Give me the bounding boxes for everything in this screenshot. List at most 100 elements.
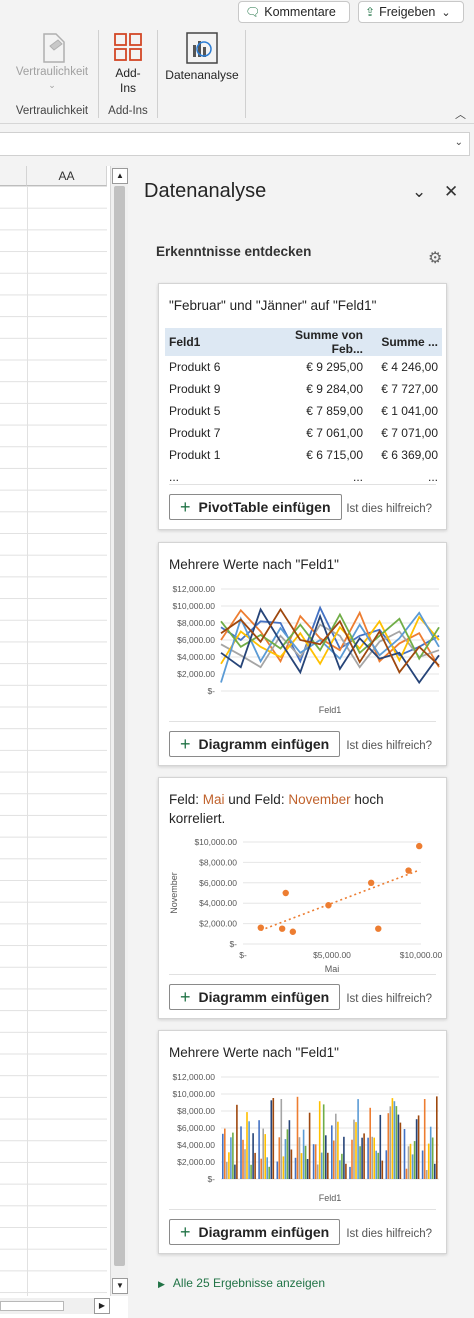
comments-button[interactable]: 🗨 Kommentare (238, 1, 350, 23)
bar (302, 1129, 305, 1179)
sensitivity-button[interactable]: Vertraulichkeit ⌄ (12, 28, 92, 98)
bar (387, 1113, 390, 1179)
scroll-down-icon[interactable]: ▼ (112, 1278, 128, 1294)
column-header[interactable] (0, 166, 27, 186)
bar (248, 1121, 250, 1179)
card-divider (169, 974, 436, 975)
bar (413, 1141, 416, 1179)
bar-chart: $12,000.00 $10,000.00 $8,000.00 $6,000.00 $4… (172, 1072, 439, 1203)
y-tick-label: $- (229, 939, 237, 949)
bar (284, 1139, 287, 1179)
formula-bar[interactable]: ⌄ (0, 132, 470, 156)
scroll-thumb[interactable] (0, 1301, 64, 1311)
title-text: korreliert. (169, 811, 226, 826)
scatter-point (405, 867, 412, 874)
bar (252, 1133, 254, 1179)
pane-options-icon[interactable]: ⌄ (412, 182, 426, 202)
table-cell: € 6 369,00 (381, 448, 438, 462)
bar (359, 1146, 361, 1179)
close-icon[interactable]: ✕ (444, 182, 458, 202)
bar (318, 1101, 321, 1179)
bar (232, 1132, 234, 1179)
insert-chart-button[interactable]: + Diagramm einfügen (169, 984, 341, 1010)
title-text: Feld: (169, 792, 203, 807)
x-tick-label: $- (239, 950, 247, 960)
bar (272, 1098, 275, 1179)
bar (353, 1119, 355, 1179)
bar (240, 1126, 242, 1179)
table-row: Produkt 1 € 6 715,00 € 6 369,00 (165, 444, 442, 466)
bar (345, 1163, 347, 1179)
bar (393, 1101, 396, 1179)
helpful-link[interactable]: Ist dies hilfreich? (346, 993, 432, 1005)
x-tick-label: $5,000.00 (313, 950, 351, 960)
bar (300, 1153, 303, 1179)
column-header-aa[interactable]: AA (27, 166, 107, 186)
bar (357, 1099, 359, 1179)
scatter-point (289, 928, 297, 935)
analyze-data-button[interactable]: Datenanalyse (162, 28, 242, 100)
table-row: Produkt 9 € 9 284,00 € 7 727,00 (165, 378, 442, 400)
bar (276, 1161, 279, 1179)
bar (224, 1128, 226, 1179)
y-tick-label: $2,000.00 (177, 669, 215, 679)
insert-pivottable-button[interactable]: + PivotTable einfügen (169, 494, 342, 520)
table-row: Produkt 7 € 7 061,00 € 7 071,00 (165, 422, 442, 444)
bar (333, 1140, 335, 1179)
helpful-link[interactable]: Ist dies hilfreich? (346, 740, 432, 752)
scatter-chart: $10,000.00 $8,000.00 $6,000.00 $4,000.00 $2,… (169, 837, 443, 972)
y-tick-label: $6,000.00 (199, 878, 237, 888)
gear-icon[interactable]: ⚙ (428, 248, 442, 268)
field-name: Mai (202, 792, 225, 807)
bar (385, 1150, 388, 1179)
table-cell: Produkt 9 (169, 382, 221, 396)
addins-button[interactable]: Add- Ins (106, 28, 150, 100)
show-all-results-link[interactable]: ▶ Alle 25 Ergebnisse anzeigen (158, 1276, 325, 1290)
sensitivity-group: Vertraulichkeit ⌄ Vertraulichkeit (0, 28, 96, 120)
bar (254, 1152, 256, 1179)
share-button[interactable]: ⇪ Freigeben ⌄ (358, 1, 464, 23)
helpful-link[interactable]: Ist dies hilfreich? (346, 503, 432, 515)
y-tick-label: $12,000.00 (172, 1072, 215, 1082)
bar (288, 1120, 291, 1179)
bar (337, 1121, 339, 1179)
scroll-right-icon[interactable]: ▶ (94, 1298, 110, 1314)
bar (409, 1143, 412, 1179)
insert-chart-button[interactable]: + Diagramm einfügen (169, 731, 341, 757)
column-header: Summe ... (367, 328, 442, 356)
bar (286, 1129, 289, 1179)
bar (250, 1164, 252, 1179)
bar (246, 1112, 248, 1179)
bar (429, 1126, 432, 1179)
helpful-link[interactable]: Ist dies hilfreich? (346, 1228, 432, 1240)
cell-grid[interactable] (0, 186, 107, 1296)
x-tick-label: $10,000.00 (400, 950, 443, 960)
vertical-scrollbar[interactable]: ▲ ▼ (110, 166, 128, 1296)
analyze-group: Datenanalyse (160, 28, 244, 120)
collapse-ribbon-icon[interactable]: ︿ (455, 106, 466, 122)
insight-card-line-chart: Mehrere Werte nach "Feld1" $12,000.00 $10… (158, 542, 447, 766)
bar (436, 1096, 438, 1179)
table-cell: Produkt 5 (169, 404, 221, 418)
bar (361, 1137, 363, 1179)
plus-icon: + (180, 496, 191, 517)
scroll-thumb[interactable] (114, 186, 125, 1266)
card-title: Feld: Mai und Feld: November hoch korrel… (169, 790, 436, 828)
insert-chart-button[interactable]: + Diagramm einfügen (169, 1219, 341, 1245)
y-tick-label: $2,000.00 (177, 1157, 215, 1167)
bar (312, 1144, 315, 1179)
bar (373, 1137, 375, 1179)
horizontal-scrollbar[interactable]: ▶ (0, 1298, 110, 1314)
share-label: Freigeben (379, 5, 436, 19)
scatter-point (278, 925, 286, 932)
expand-formula-bar-icon[interactable]: ⌄ (455, 137, 463, 148)
y-tick-label: $4,000.00 (177, 652, 215, 662)
scroll-up-icon[interactable]: ▲ (112, 168, 128, 184)
card-divider (169, 484, 436, 485)
column-header: Summe von Feb... (257, 328, 367, 356)
bar (431, 1137, 434, 1179)
scatter-point (375, 925, 382, 932)
bar (244, 1149, 246, 1179)
bar (222, 1133, 224, 1179)
expand-triangle-icon: ▶ (158, 1279, 165, 1289)
